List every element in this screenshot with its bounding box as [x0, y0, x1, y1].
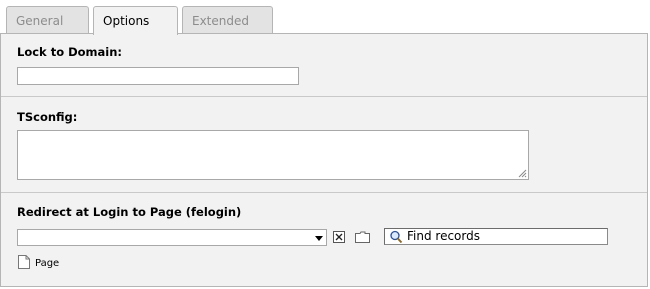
- lock-to-domain-section: Lock to Domain:: [1, 34, 647, 97]
- tab-options[interactable]: Options: [93, 6, 178, 35]
- chevron-down-icon: [315, 236, 323, 241]
- options-panel: Lock to Domain: TSconfig: Redirect at Lo…: [0, 33, 648, 287]
- page-icon: [18, 255, 30, 269]
- tsconfig-section: TSconfig:: [1, 97, 647, 193]
- folder-icon[interactable]: [355, 231, 370, 243]
- resize-handle-icon[interactable]: [518, 169, 527, 178]
- redirect-label: Redirect at Login to Page (felogin): [17, 205, 242, 219]
- tsconfig-textarea[interactable]: [17, 130, 529, 180]
- find-records-field[interactable]: Find records: [384, 228, 608, 245]
- redirect-select[interactable]: [17, 229, 327, 246]
- close-icon[interactable]: [333, 231, 345, 243]
- lock-to-domain-input[interactable]: [17, 67, 299, 85]
- magnifier-icon: [390, 230, 403, 244]
- tab-general-label: General: [16, 14, 64, 28]
- lock-to-domain-label: Lock to Domain:: [17, 45, 123, 59]
- redirect-section: Redirect at Login to Page (felogin) Find…: [1, 193, 647, 286]
- tab-extended[interactable]: Extended: [182, 6, 273, 33]
- tab-extended-label: Extended: [192, 14, 249, 28]
- allowed-table-label: Page: [35, 258, 60, 269]
- tab-options-label: Options: [103, 14, 150, 28]
- tsconfig-label: TSconfig:: [17, 110, 78, 124]
- tab-general[interactable]: General: [6, 6, 89, 33]
- find-records-placeholder: Find records: [407, 229, 480, 243]
